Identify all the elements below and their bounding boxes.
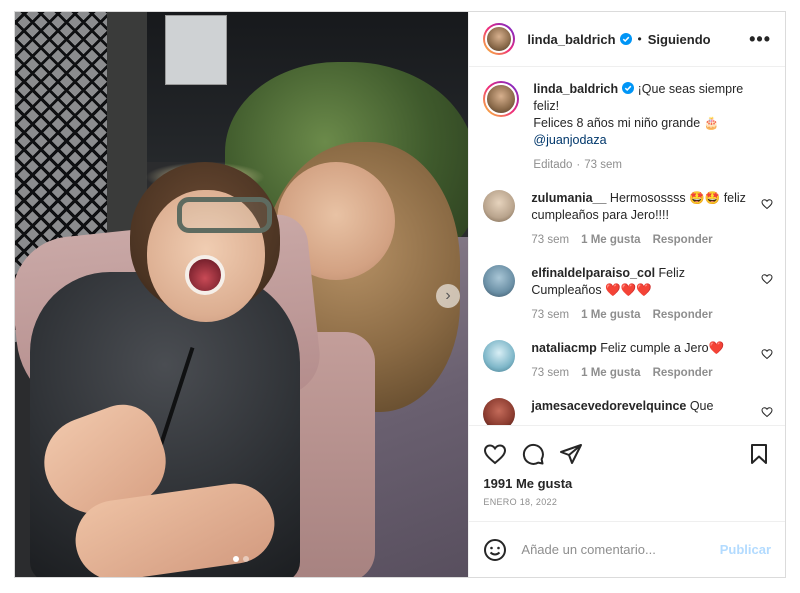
photo-sign	[165, 15, 227, 85]
publish-button[interactable]: Publicar	[720, 542, 771, 557]
post-actions: 1991 Me gusta ENERO 18, 2022	[469, 425, 785, 521]
header-separator: •	[637, 32, 642, 46]
photo-boy-glasses	[177, 197, 272, 233]
heart-icon[interactable]	[483, 442, 507, 466]
caption-avatar[interactable]	[483, 81, 520, 117]
post-photo[interactable]: ›	[15, 12, 469, 577]
reply-button[interactable]: Responder	[653, 232, 713, 249]
post-header: linda_baldrich • Siguiendo •••	[469, 12, 785, 67]
carousel-dot-active	[233, 556, 239, 562]
caption-username[interactable]: linda_baldrich	[533, 82, 618, 96]
instagram-post: › linda_baldrich • Siguiendo ••• linda_b…	[14, 11, 786, 578]
author-avatar[interactable]	[483, 23, 516, 55]
heart-icon[interactable]	[761, 348, 773, 360]
comment-input[interactable]	[521, 542, 720, 557]
heart-icon[interactable]	[761, 198, 773, 210]
likes-count[interactable]: 1991 Me gusta	[483, 476, 771, 491]
comment-likes[interactable]: 1 Me gusta	[581, 232, 640, 249]
carousel-dot	[243, 556, 249, 562]
commenter-avatar[interactable]	[483, 265, 516, 297]
post-side-panel: linda_baldrich • Siguiendo ••• linda_bal…	[468, 12, 785, 577]
caption-edited: Editado	[533, 159, 573, 171]
comments-list[interactable]: linda_baldrich ¡Que seas siempre feliz! …	[469, 67, 785, 425]
heart-icon[interactable]	[761, 273, 773, 285]
comment: jamesacevedorevelquince Que	[483, 398, 773, 425]
heart-icon[interactable]	[761, 406, 773, 418]
caption-time: 73 sem	[584, 159, 622, 171]
add-comment-bar: Publicar	[469, 521, 785, 577]
comment: nataliacmp Feliz cumple a Jero❤️ 73 sem …	[483, 340, 773, 382]
reply-button[interactable]: Responder	[653, 307, 713, 324]
share-icon[interactable]	[559, 442, 583, 466]
commenter-avatar[interactable]	[483, 340, 516, 372]
comment-time: 73 sem	[531, 367, 570, 379]
save-icon[interactable]	[747, 442, 771, 466]
commenter-username[interactable]: jamesacevedorevelquince	[531, 399, 686, 413]
next-arrow-icon: ›	[445, 287, 451, 304]
comment-likes[interactable]: 1 Me gusta	[581, 365, 640, 382]
caption-mention-link[interactable]: @juanjodaza	[533, 133, 606, 147]
comment: zulumania__ Hermosossss 🤩🤩 feliz cumplea…	[483, 190, 773, 249]
commenter-avatar[interactable]	[483, 398, 516, 425]
post-date: ENERO 18, 2022	[483, 497, 558, 507]
next-slide-button[interactable]: ›	[436, 284, 460, 308]
following-button[interactable]: Siguiendo	[648, 32, 711, 47]
comment-time: 73 sem	[531, 234, 570, 246]
author-username[interactable]: linda_baldrich	[527, 32, 615, 47]
commenter-username[interactable]: nataliacmp	[531, 341, 596, 355]
comment: elfinaldelparaiso_col Feliz Cumpleaños ❤…	[483, 265, 773, 324]
comment-likes[interactable]: 1 Me gusta	[581, 307, 640, 324]
reply-button[interactable]: Responder	[653, 365, 713, 382]
commenter-avatar[interactable]	[483, 190, 516, 222]
caption-text-line2: Felices 8 años mi niño grande 🎂	[533, 116, 720, 130]
comment-text: Que	[686, 399, 714, 413]
emoji-icon[interactable]	[483, 538, 507, 562]
commenter-username[interactable]: zulumania__	[531, 191, 606, 205]
carousel-indicator	[233, 556, 249, 562]
photo-boy-mouth	[185, 255, 225, 295]
commenter-username[interactable]: elfinaldelparaiso_col	[531, 266, 655, 280]
verified-icon	[622, 82, 635, 94]
comment-icon[interactable]	[521, 442, 545, 466]
action-icons	[483, 434, 771, 474]
verified-icon	[619, 33, 632, 45]
post-caption: linda_baldrich ¡Que seas siempre feliz! …	[483, 81, 769, 174]
caption-dot: ·	[576, 159, 581, 171]
comment-time: 73 sem	[531, 309, 570, 321]
more-icon[interactable]: •••	[749, 30, 771, 48]
comment-text: Feliz cumple a Jero❤️	[596, 341, 725, 355]
